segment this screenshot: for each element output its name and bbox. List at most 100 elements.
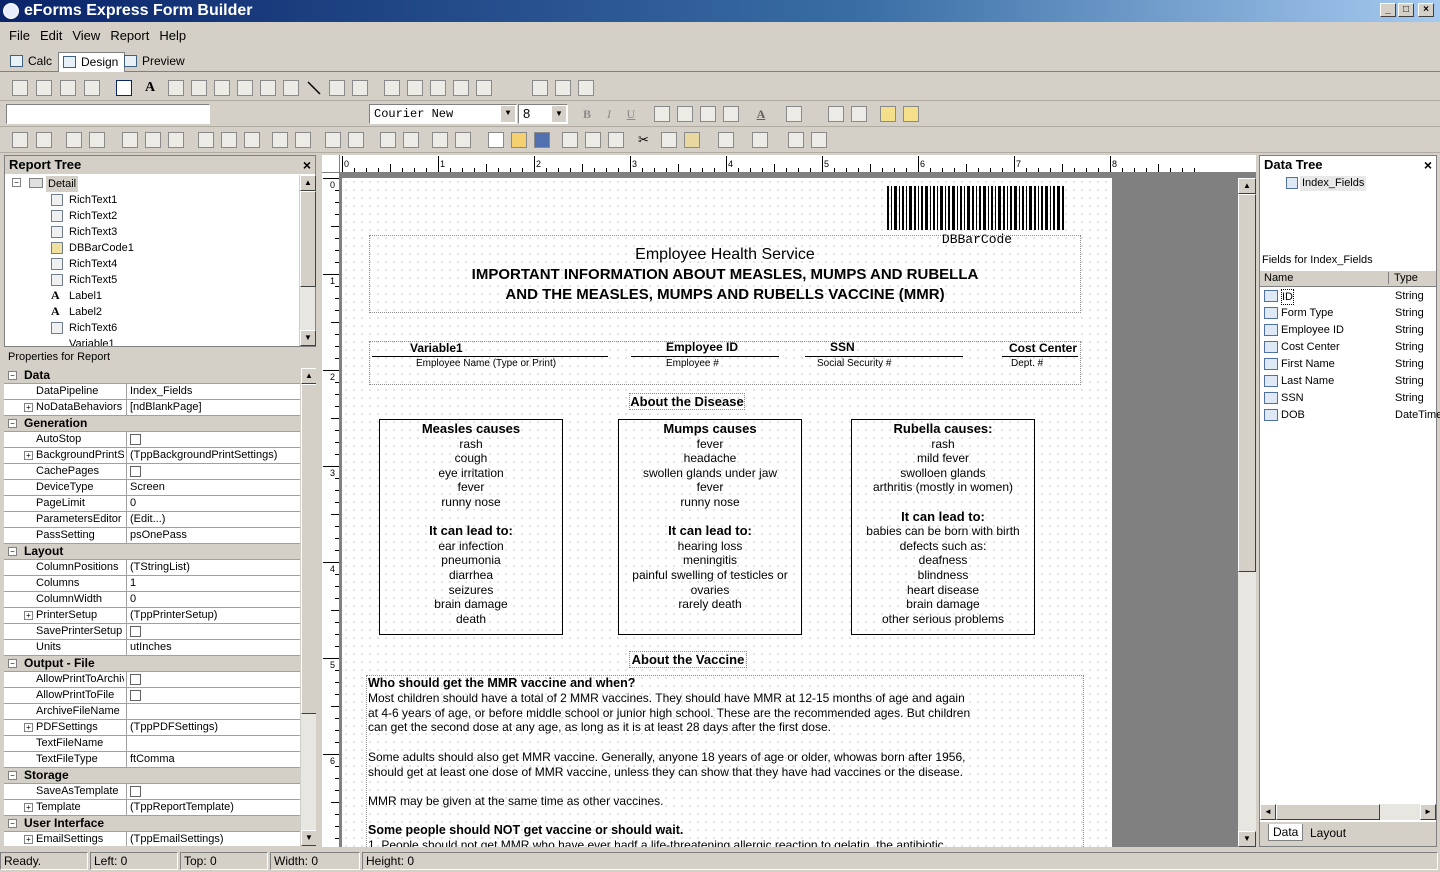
prop-row[interactable]: PageLimit 0 bbox=[4, 496, 300, 512]
nudge-right-icon[interactable] bbox=[455, 132, 471, 148]
scroll-thumb[interactable] bbox=[301, 384, 316, 714]
nudge-down-icon[interactable] bbox=[403, 132, 419, 148]
tree-item[interactable]: RichText6 bbox=[51, 320, 117, 336]
prop-row[interactable]: SavePrinterSetup bbox=[4, 624, 300, 640]
collapse-icon[interactable]: − bbox=[8, 771, 17, 780]
field-row[interactable]: First Name String bbox=[1262, 356, 1434, 373]
prop-value[interactable]: psOnePass bbox=[126, 528, 300, 543]
align-center-icon[interactable] bbox=[677, 106, 693, 122]
fill-color-icon[interactable] bbox=[718, 132, 734, 148]
data-pipeline-item[interactable]: Index_Fields bbox=[1300, 176, 1367, 191]
category-storage[interactable]: − Storage bbox=[4, 768, 300, 784]
tab-calc[interactable]: Calc bbox=[6, 52, 58, 72]
scroll-up-icon[interactable]: ▲ bbox=[300, 175, 316, 191]
tree-item[interactable]: RichText4 bbox=[51, 256, 117, 272]
frame-icon[interactable] bbox=[60, 80, 76, 96]
memo-tool-icon[interactable] bbox=[168, 80, 184, 96]
tab-design[interactable]: Design bbox=[58, 52, 126, 72]
field-row[interactable]: DOB DateTime bbox=[1262, 407, 1440, 424]
line-thickness-icon[interactable] bbox=[788, 132, 804, 148]
prop-value[interactable]: 1 bbox=[126, 576, 300, 591]
menu-file[interactable]: File bbox=[4, 28, 35, 43]
cut-icon[interactable]: ✂ bbox=[638, 132, 654, 148]
category-user-interface[interactable]: − User Interface bbox=[4, 816, 300, 832]
field-row[interactable]: Cost Center String bbox=[1262, 339, 1434, 356]
rubella-box[interactable]: Rubella causes: rash mild fever swolloen… bbox=[851, 419, 1035, 635]
paste-icon[interactable] bbox=[684, 132, 700, 148]
tree-item[interactable]: A Label2 bbox=[51, 304, 102, 320]
prop-row[interactable]: ParametersEditor (Edit...) bbox=[4, 512, 300, 528]
new-file-icon[interactable] bbox=[488, 132, 504, 148]
same-width-icon[interactable] bbox=[272, 132, 288, 148]
prop-row[interactable]: + EmailSettings (TppEmailSettings) bbox=[4, 832, 300, 846]
prop-row[interactable]: AutoStop bbox=[4, 432, 300, 448]
table-tool-icon[interactable] bbox=[555, 80, 571, 96]
prop-value[interactable]: (TppBackgroundPrintSettings) bbox=[126, 448, 300, 463]
align-centers-icon[interactable] bbox=[36, 132, 52, 148]
measles-box[interactable]: Measles causes rash cough eye irritation… bbox=[379, 419, 563, 635]
prop-value[interactable]: 0 bbox=[126, 592, 300, 607]
richtext-tool-icon[interactable] bbox=[191, 80, 207, 96]
checkbox[interactable] bbox=[130, 625, 141, 637]
bring-to-front-icon[interactable] bbox=[880, 106, 896, 122]
tree-item[interactable]: RichText1 bbox=[51, 192, 117, 208]
shrink-icon[interactable] bbox=[348, 132, 364, 148]
minimize-button[interactable]: _ bbox=[1380, 3, 1396, 17]
prop-value[interactable]: utInches bbox=[126, 640, 300, 655]
menu-report[interactable]: Report bbox=[105, 28, 154, 43]
nudge-left-icon[interactable] bbox=[432, 132, 448, 148]
col-type-header[interactable]: Type bbox=[1394, 272, 1418, 284]
maximize-button[interactable]: □ bbox=[1398, 3, 1414, 17]
prop-value[interactable]: Screen bbox=[126, 480, 300, 495]
expand-icon[interactable]: + bbox=[24, 611, 33, 620]
close-button[interactable]: × bbox=[1418, 3, 1434, 17]
about-disease-label[interactable]: About the Disease bbox=[629, 393, 745, 410]
category-generation[interactable]: − Generation bbox=[4, 416, 300, 432]
category-layout[interactable]: − Layout bbox=[4, 544, 300, 560]
prop-value[interactable] bbox=[126, 432, 300, 447]
prop-row[interactable]: SaveAsTemplate bbox=[4, 784, 300, 800]
field-row[interactable]: Form Type String bbox=[1262, 305, 1434, 322]
close-icon[interactable]: × bbox=[303, 156, 311, 174]
menu-view[interactable]: View bbox=[67, 28, 105, 43]
open-folder-icon[interactable] bbox=[511, 132, 527, 148]
expand-icon[interactable]: + bbox=[24, 451, 33, 460]
prop-row[interactable]: ColumnPositions (TStringList) bbox=[4, 560, 300, 576]
crop-icon[interactable] bbox=[84, 80, 100, 96]
align-rights-icon[interactable] bbox=[66, 132, 82, 148]
field-row[interactable]: Last Name String bbox=[1262, 373, 1434, 390]
border-icon[interactable] bbox=[851, 106, 867, 122]
prop-value[interactable]: (Edit...) bbox=[126, 512, 300, 527]
employee-id-field[interactable]: Employee ID bbox=[666, 340, 738, 354]
prop-value[interactable] bbox=[126, 672, 300, 687]
category-output-file[interactable]: − Output - File bbox=[4, 656, 300, 672]
prop-value[interactable] bbox=[126, 624, 300, 639]
prop-row[interactable]: CachePages bbox=[4, 464, 300, 480]
tab-preview[interactable]: Preview bbox=[120, 52, 191, 72]
collapse-icon[interactable]: − bbox=[8, 659, 17, 668]
col-name-header[interactable]: Name bbox=[1264, 272, 1389, 284]
prop-row[interactable]: Columns 1 bbox=[4, 576, 300, 592]
copy-icon[interactable] bbox=[661, 132, 677, 148]
tree-item[interactable]: RichText5 bbox=[51, 272, 117, 288]
align-bottoms-icon[interactable] bbox=[145, 132, 161, 148]
crosstab-tool-icon[interactable] bbox=[578, 80, 594, 96]
prop-value[interactable]: [ndBlankPage] bbox=[126, 400, 300, 415]
print-preview-icon[interactable] bbox=[608, 132, 624, 148]
tree-item[interactable]: Variable1 bbox=[69, 336, 115, 346]
chart-tool-icon[interactable] bbox=[283, 80, 299, 96]
font-name-combo[interactable]: Courier New ▼ bbox=[369, 104, 517, 124]
print-icon[interactable] bbox=[585, 132, 601, 148]
prop-row[interactable]: ColumnWidth 0 bbox=[4, 592, 300, 608]
grow-icon[interactable] bbox=[325, 132, 341, 148]
picture-tool-icon[interactable] bbox=[260, 80, 276, 96]
align-left-icon[interactable] bbox=[654, 106, 670, 122]
prop-value[interactable]: (TppPDFSettings) bbox=[126, 720, 300, 735]
prop-value[interactable] bbox=[126, 784, 300, 799]
properties-scrollbar[interactable]: ▲ ▼ bbox=[300, 368, 316, 846]
calc-tool-icon[interactable] bbox=[214, 80, 230, 96]
menu-help[interactable]: Help bbox=[154, 28, 191, 43]
prop-value[interactable]: 0 bbox=[126, 496, 300, 511]
save-icon[interactable] bbox=[534, 132, 550, 148]
align-lefts-icon[interactable] bbox=[12, 132, 28, 148]
